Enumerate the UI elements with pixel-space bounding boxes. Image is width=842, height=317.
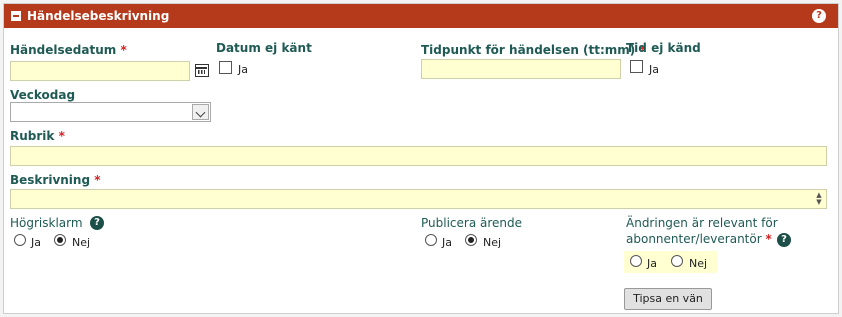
- relevant-no-label: Nej: [689, 257, 708, 270]
- resize-spinner-icon[interactable]: ▲ ▼: [814, 192, 824, 206]
- weekday-label: Veckodag: [10, 88, 76, 102]
- publish-no-radio[interactable]: [465, 234, 477, 246]
- event-time-label: Tidpunkt för händelsen (tt:mm) *: [421, 43, 646, 57]
- panel-header[interactable]: Händelsebeskrivning ?: [4, 4, 838, 28]
- high-risk-no-label: Nej: [72, 236, 91, 249]
- calendar-icon[interactable]: [195, 64, 209, 77]
- required-marker: *: [58, 129, 65, 143]
- description-label-text: Beskrivning: [10, 173, 91, 187]
- panel-title: Händelsebeskrivning: [27, 9, 170, 23]
- required-marker: *: [765, 232, 772, 246]
- subject-label-text: Rubrik: [10, 129, 55, 143]
- high-risk-yes-radio[interactable]: [14, 234, 26, 246]
- date-unknown-option-label: Ja: [238, 63, 248, 76]
- required-marker: *: [120, 43, 127, 57]
- help-icon[interactable]: ?: [90, 216, 104, 230]
- relevant-change-label-text: abonnenter/leverantör: [626, 232, 762, 246]
- publish-case-label: Publicera ärende: [421, 216, 523, 230]
- help-icon[interactable]: ?: [777, 233, 791, 247]
- date-unknown-checkbox[interactable]: [219, 61, 232, 74]
- publish-yes-label: Ja: [442, 236, 452, 249]
- high-risk-yes-label: Ja: [31, 236, 41, 249]
- relevant-yes-radio[interactable]: [630, 255, 642, 267]
- description-label: Beskrivning *: [10, 173, 101, 187]
- event-date-label: Händelsedatum *: [10, 43, 127, 57]
- time-unknown-label: Tid ej känd: [626, 41, 701, 55]
- tip-a-friend-button[interactable]: Tipsa en vän: [624, 288, 712, 310]
- required-marker: *: [94, 173, 101, 187]
- relevant-change-label-line1: Ändringen är relevant för: [626, 216, 778, 230]
- date-unknown-label: Datum ej känt: [216, 41, 312, 55]
- publish-yes-radio[interactable]: [425, 234, 437, 246]
- relevant-no-radio[interactable]: [671, 255, 683, 267]
- event-date-input[interactable]: [10, 61, 190, 81]
- chevron-down-icon[interactable]: [192, 104, 209, 120]
- help-icon[interactable]: ?: [812, 9, 826, 23]
- event-time-input[interactable]: [421, 59, 621, 79]
- event-date-label-text: Händelsedatum: [10, 43, 117, 57]
- relevant-change-label-line2: abonnenter/leverantör *: [626, 232, 772, 246]
- weekday-select[interactable]: [10, 102, 211, 122]
- event-description-panel: Händelsebeskrivning ? Händelsedatum * Da…: [3, 3, 839, 314]
- subject-label: Rubrik *: [10, 129, 65, 143]
- relevant-yes-label: Ja: [647, 257, 657, 270]
- collapse-icon[interactable]: [11, 11, 21, 21]
- event-time-label-text: Tidpunkt för händelsen (tt:mm): [421, 43, 636, 57]
- high-risk-alarm-label: Högrisklarm: [10, 216, 83, 230]
- high-risk-no-radio[interactable]: [54, 234, 66, 246]
- publish-no-label: Nej: [483, 236, 502, 249]
- time-unknown-checkbox[interactable]: [630, 60, 643, 73]
- subject-input[interactable]: [10, 146, 827, 166]
- description-textarea[interactable]: ▲ ▼: [10, 189, 827, 209]
- time-unknown-option-label: Ja: [649, 63, 659, 76]
